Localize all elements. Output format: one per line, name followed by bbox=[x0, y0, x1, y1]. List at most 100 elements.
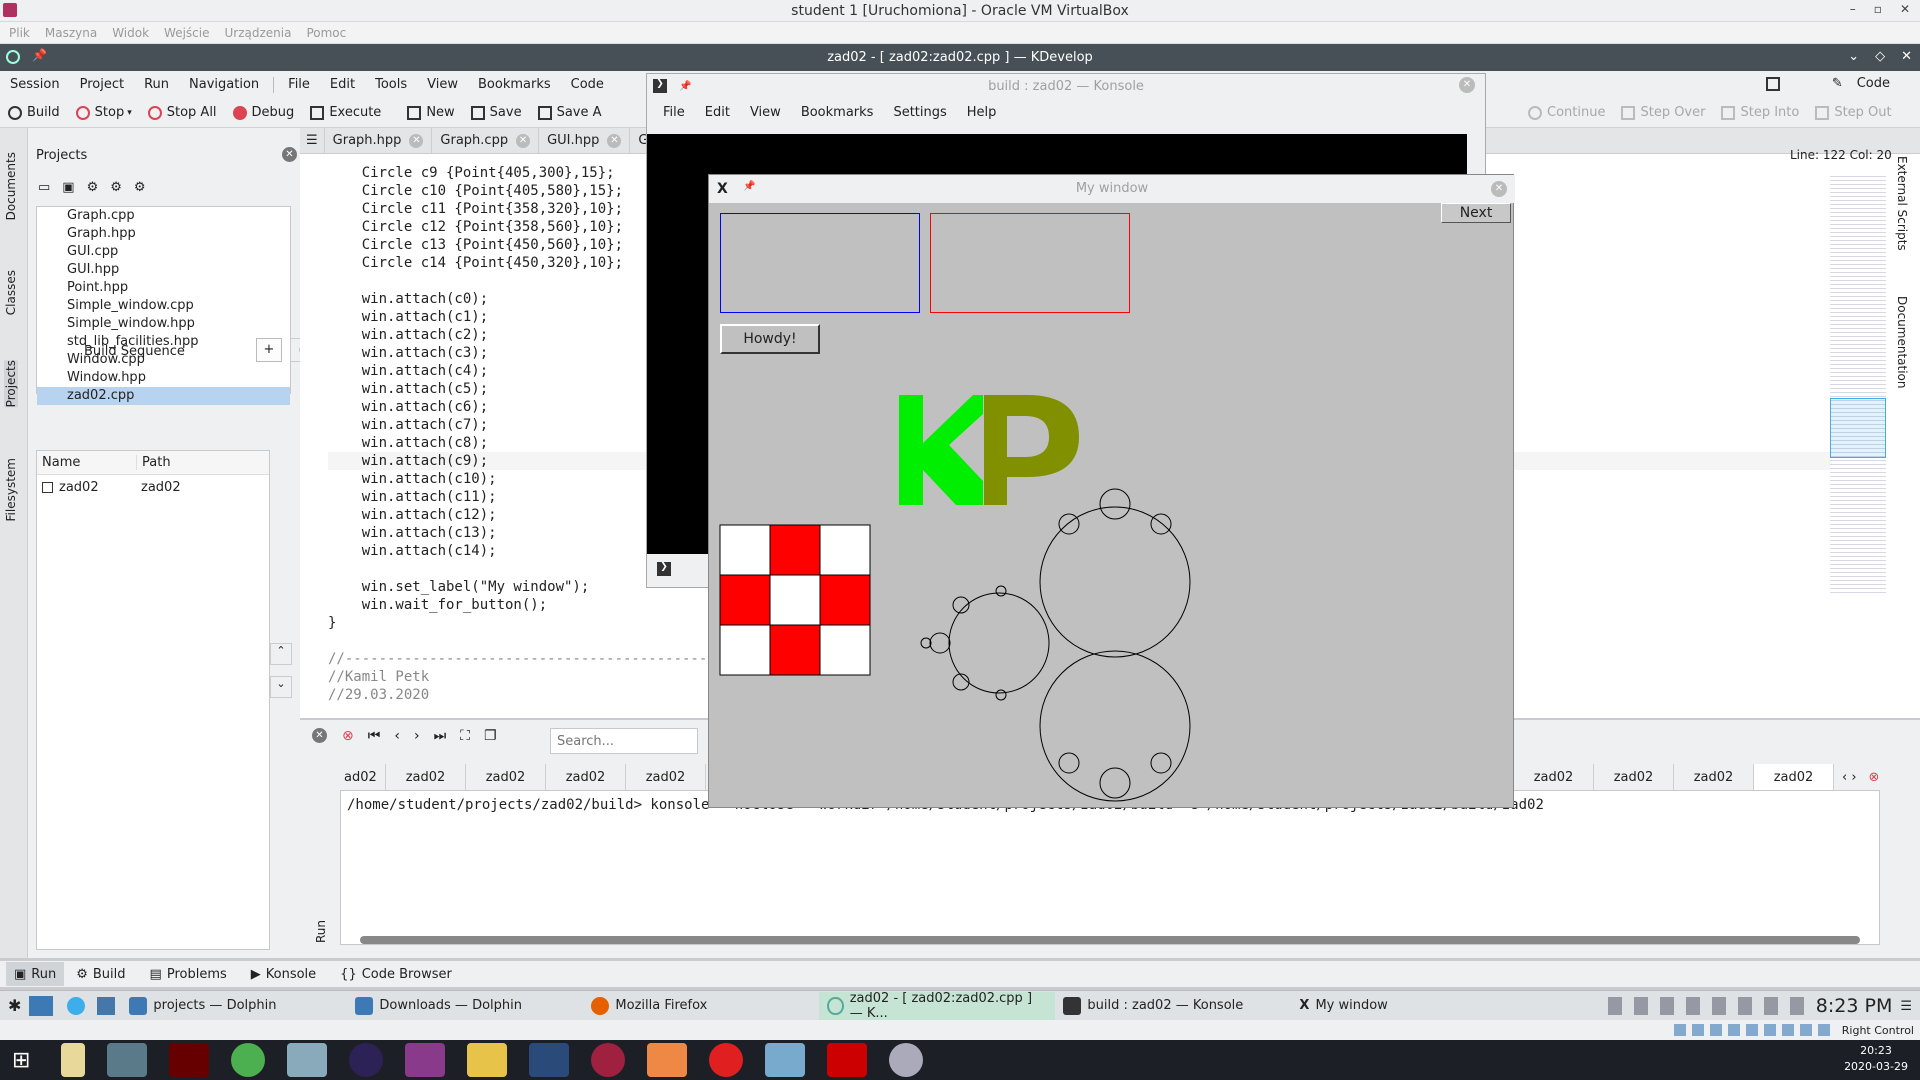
win-time[interactable]: 20:23 bbox=[1844, 1043, 1908, 1059]
vb-menu-wejscie[interactable]: Wejście bbox=[164, 26, 209, 40]
desktop-icon[interactable] bbox=[29, 995, 54, 1016]
tab-external-scripts[interactable]: External Scripts bbox=[1895, 156, 1909, 251]
system-tray-icons[interactable] bbox=[1607, 997, 1808, 1015]
chrome-icon[interactable] bbox=[231, 1043, 266, 1077]
execute-button[interactable]: Execute bbox=[310, 105, 381, 120]
task-firefox[interactable]: Mozilla Firefox bbox=[583, 992, 819, 1020]
app-icon[interactable] bbox=[107, 1043, 148, 1077]
tab-gui-hpp[interactable]: GUI.hpp ✕ bbox=[539, 127, 631, 154]
task-konsole[interactable]: build : zad02 — Konsole bbox=[1055, 992, 1291, 1020]
konsole-menu-settings[interactable]: Settings bbox=[893, 105, 946, 120]
winrar-icon[interactable] bbox=[405, 1043, 446, 1077]
close-icon[interactable]: ✕ bbox=[1459, 77, 1475, 93]
menu-edit[interactable]: Edit bbox=[330, 77, 355, 92]
tree-item[interactable]: Graph.cpp bbox=[37, 207, 290, 225]
task-my-window[interactable]: X My window bbox=[1291, 992, 1491, 1020]
close-icon[interactable]: ⊗ bbox=[1869, 770, 1880, 785]
tree-item-selected[interactable]: zad02.cpp bbox=[37, 387, 290, 405]
step-over-button[interactable]: Step Over bbox=[1621, 105, 1705, 120]
toolview-run[interactable]: ▣ Run bbox=[6, 962, 65, 986]
save-as-button[interactable]: Save A bbox=[537, 105, 602, 120]
tree-item[interactable]: Simple_window.cpp bbox=[37, 297, 290, 315]
menu-tools[interactable]: Tools bbox=[375, 77, 407, 92]
kde-menu-icon[interactable]: ✱ bbox=[8, 996, 21, 1015]
task-kdevelop[interactable]: zad02 - [ zad02:zad02.cpp ] — K... bbox=[819, 991, 1056, 1021]
run-output[interactable]: /home/student/projects/zad02/build> kons… bbox=[340, 790, 1880, 945]
toolview-code-browser[interactable]: {} Code Browser bbox=[328, 967, 464, 982]
minimap[interactable] bbox=[1830, 173, 1886, 593]
tree-item[interactable]: GUI.cpp bbox=[37, 243, 290, 261]
close-icon[interactable]: ✕ bbox=[409, 133, 424, 148]
tab-documents[interactable]: Documents bbox=[4, 152, 18, 220]
menu-code[interactable]: Code bbox=[571, 77, 604, 92]
toolview-problems[interactable]: ▤ Problems bbox=[138, 967, 239, 982]
explorer-icon[interactable] bbox=[467, 1043, 508, 1077]
vb-menu-pomoc[interactable]: Pomoc bbox=[306, 26, 346, 40]
tab-documentation[interactable]: Documentation bbox=[1895, 296, 1909, 389]
tab-projects[interactable]: Projects bbox=[4, 360, 18, 408]
tab-graph-hpp[interactable]: Graph.hpp ✕ bbox=[325, 127, 433, 154]
tab-graph-cpp[interactable]: Graph.cpp ✕ bbox=[432, 127, 540, 154]
output-tab[interactable]: zad02 bbox=[386, 764, 466, 790]
panel-menu-icon[interactable]: ☰ bbox=[1900, 999, 1912, 1014]
continue-button[interactable]: Continue bbox=[1528, 105, 1605, 120]
konsole-menu-file[interactable]: File bbox=[663, 105, 685, 120]
vb-menu-widok[interactable]: Widok bbox=[112, 26, 149, 40]
scroll-tabs-icon[interactable]: ‹ › bbox=[1842, 770, 1857, 785]
build-button[interactable]: Build bbox=[8, 105, 60, 120]
first-icon[interactable]: ⏮ bbox=[368, 728, 381, 744]
media-player-icon[interactable] bbox=[709, 1043, 744, 1077]
acrobat-icon[interactable] bbox=[827, 1043, 868, 1077]
gear-icon[interactable]: ⚙ bbox=[87, 180, 99, 195]
kdevelop-launcher-icon[interactable] bbox=[97, 996, 116, 1015]
maximize-icon[interactable]: ▫ bbox=[1874, 2, 1882, 16]
task-dolphin-projects[interactable]: projects — Dolphin bbox=[121, 992, 347, 1020]
tab-menu-icon[interactable]: ☰ bbox=[300, 127, 325, 154]
calculator-icon[interactable] bbox=[287, 1043, 328, 1077]
clock[interactable]: 8:23 PM bbox=[1816, 995, 1893, 1017]
office-icon[interactable] bbox=[647, 1043, 688, 1077]
output-tab[interactable]: zad02 bbox=[546, 764, 626, 790]
vb-menu-maszyna[interactable]: Maszyna bbox=[45, 26, 97, 40]
konsole-menu-help[interactable]: Help bbox=[967, 105, 997, 120]
table-row[interactable]: zad02 zad02 bbox=[37, 475, 269, 499]
new-button[interactable]: New bbox=[407, 105, 455, 120]
output-tab[interactable]: zad02 bbox=[466, 764, 546, 790]
tab-classes[interactable]: Classes bbox=[4, 270, 18, 315]
next-icon[interactable]: › bbox=[414, 728, 420, 744]
minimize-icon[interactable]: – bbox=[1850, 2, 1856, 16]
save-button[interactable]: Save bbox=[470, 105, 522, 120]
tree-item[interactable]: Window.hpp bbox=[37, 369, 290, 387]
gpu-tweak-icon[interactable] bbox=[169, 1043, 210, 1077]
stop-all-button[interactable]: Stop All bbox=[147, 105, 217, 120]
toolview-build[interactable]: ⚙ Build bbox=[64, 967, 137, 982]
output-search-input[interactable] bbox=[550, 728, 698, 754]
chevron-down-icon[interactable]: ⌄ bbox=[1848, 49, 1859, 64]
output-tab[interactable]: zad02 bbox=[626, 764, 706, 790]
eclipse-icon[interactable] bbox=[349, 1043, 384, 1077]
step-into-button[interactable]: Step Into bbox=[1721, 105, 1799, 120]
vb-menu-plik[interactable]: Plik bbox=[9, 26, 30, 40]
chrome-icon[interactable] bbox=[67, 996, 86, 1015]
step-out-button[interactable]: Step Out bbox=[1815, 105, 1892, 120]
previous-icon[interactable]: ‹ bbox=[394, 728, 400, 744]
toolview-konsole[interactable]: ▶ Konsole bbox=[239, 967, 328, 982]
konsole-tab-icon[interactable]: ❯ bbox=[657, 562, 671, 576]
file-icon[interactable] bbox=[61, 1043, 86, 1077]
column-name[interactable]: Name bbox=[37, 455, 137, 470]
tree-item[interactable]: Graph.hpp bbox=[37, 225, 290, 243]
close-icon[interactable]: ✕ bbox=[312, 728, 327, 743]
konsole-menu-bookmarks[interactable]: Bookmarks bbox=[801, 105, 874, 120]
menu-bookmarks[interactable]: Bookmarks bbox=[478, 77, 551, 92]
close-icon[interactable]: ✕ bbox=[607, 133, 622, 148]
output-tab[interactable]: ad02 bbox=[336, 764, 386, 790]
menu-file[interactable]: File bbox=[288, 77, 310, 92]
nav-up-icon[interactable]: ⌃ bbox=[270, 643, 292, 665]
locate-icon[interactable]: ▣ bbox=[62, 180, 74, 195]
focus-icon[interactable]: ⛶ bbox=[460, 728, 470, 744]
keep-above-icon[interactable]: ◇ bbox=[1875, 49, 1885, 64]
task-dolphin-downloads[interactable]: Downloads — Dolphin bbox=[347, 992, 583, 1020]
menu-run[interactable]: Run bbox=[144, 77, 169, 92]
horizontal-scrollbar[interactable] bbox=[360, 936, 1860, 944]
output-tab[interactable]: zad02 bbox=[1514, 764, 1594, 790]
